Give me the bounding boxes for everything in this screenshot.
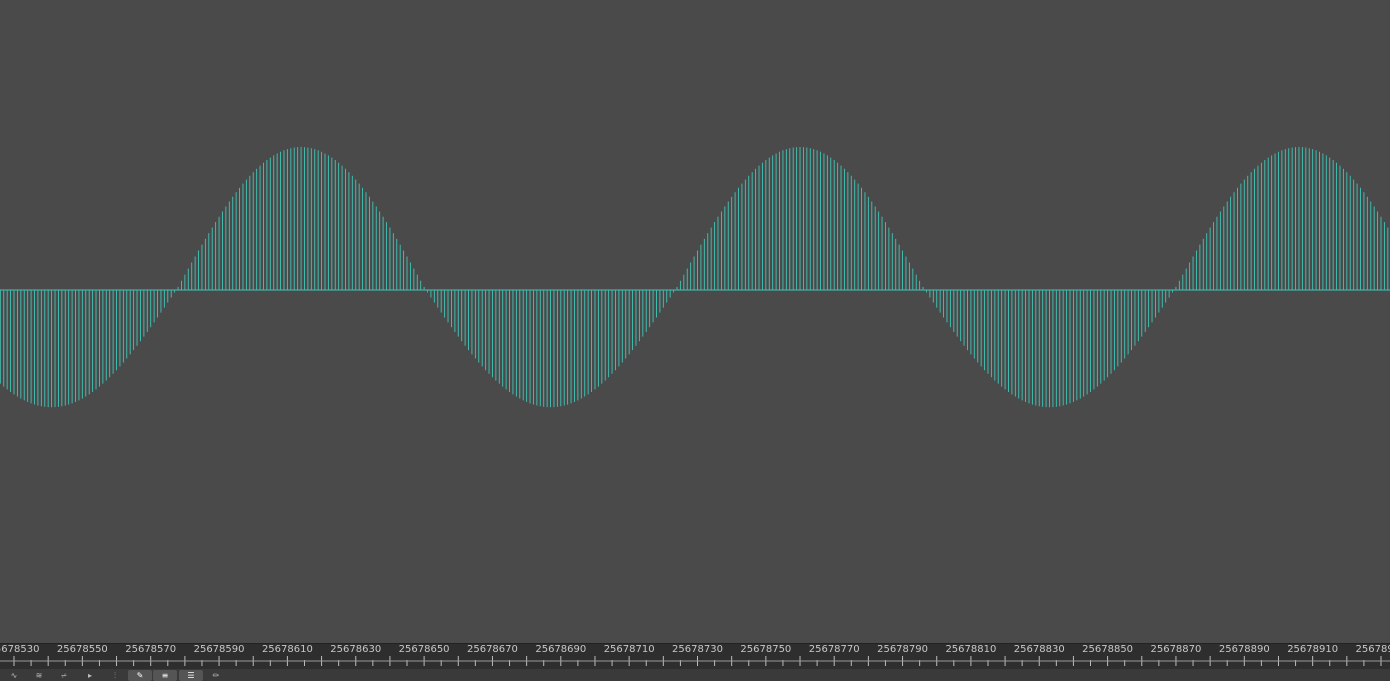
play-icon[interactable]: ▸ — [78, 670, 102, 681]
ruler-tick-label: 25678670 — [466, 644, 518, 655]
ruler-tick-label: 25678730 — [672, 644, 723, 655]
timeline-ruler[interactable]: 25678530 25678550 25678570 25678590 25678610… — [0, 643, 1390, 672]
ruler-tick-label: 25678770 — [808, 644, 860, 655]
ruler-tick-label: 25678850 — [1082, 644, 1134, 655]
ruler-tick-label: 25678910 — [1287, 644, 1339, 655]
spectral-view-icon[interactable]: ≋ — [27, 670, 51, 681]
ruler-tick-label: 25678710 — [603, 644, 655, 655]
ruler-tick-label: 25678570 — [125, 644, 177, 655]
ruler-tick-label: 25678630 — [330, 644, 382, 655]
ruler-tick-label: 25678690 — [535, 644, 587, 655]
ruler-tick-label: 25678870 — [1150, 644, 1202, 655]
ruler-tick-label: 25678810 — [945, 644, 997, 655]
ruler-tick-label: 25678530 — [0, 644, 40, 655]
ruler-tick-label: 25678890 — [1218, 644, 1270, 655]
waveform-view-icon[interactable]: ∿ — [2, 670, 26, 681]
bottom-toolbar: ∿ ≋ ⩫ ▸ ⫶ ✎ ≡ ☰ ✏ — [0, 669, 1390, 681]
bars-icon[interactable]: ⫶ — [103, 670, 127, 681]
zoom-wave-icon[interactable]: ⩫ — [52, 670, 76, 681]
ruler-tick-label: 25678610 — [261, 644, 313, 655]
ruler-tick-label: 25678750 — [740, 644, 792, 655]
pencil-left-icon[interactable]: ✎ — [128, 670, 152, 681]
ruler-tick-label: 25678790 — [877, 644, 928, 655]
audio-editor: 25678530 25678550 25678570 25678590 25678610… — [0, 0, 1390, 681]
list-view-icon[interactable]: ☰ — [179, 670, 203, 681]
ruler-tick-label: 25678650 — [398, 644, 450, 655]
align-icon[interactable]: ≡ — [153, 670, 177, 681]
ruler-tick-label: 25678930 — [1355, 644, 1390, 655]
waveform-view[interactable] — [0, 0, 1390, 643]
ruler-tick-label: 25678830 — [1013, 644, 1065, 655]
ruler-tick-label: 25678590 — [193, 644, 245, 655]
waveform-plot[interactable] — [0, 0, 1390, 643]
ruler-tick-label: 25678550 — [56, 644, 108, 655]
pencil-icon[interactable]: ✏ — [204, 670, 228, 681]
